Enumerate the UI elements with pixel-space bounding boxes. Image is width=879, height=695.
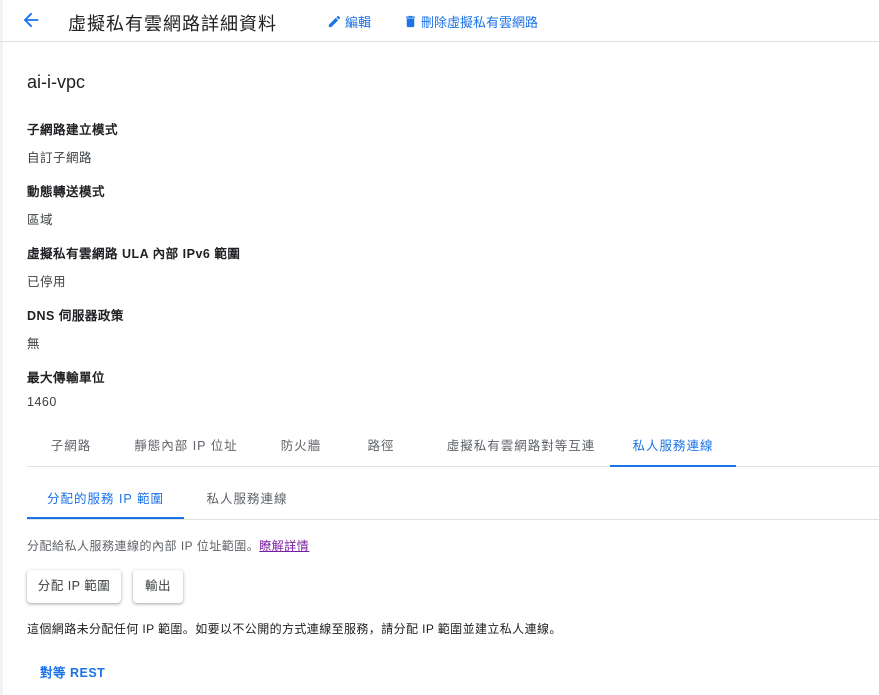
- export-button[interactable]: 輸出: [133, 570, 183, 603]
- sub-tabs: 分配的服務 IP 範圍 私人服務連線: [27, 481, 879, 520]
- delete-vpc-button[interactable]: 刪除虛擬私有雲網路: [403, 12, 538, 31]
- tab-static-internal-ip[interactable]: 靜態內部 IP 位址: [123, 428, 249, 465]
- edit-button[interactable]: 編輯: [327, 12, 371, 31]
- subtab-allocated-ip-ranges[interactable]: 分配的服務 IP 範圍: [27, 481, 184, 519]
- allocate-ip-range-button[interactable]: 分配 IP 範圍: [27, 570, 121, 603]
- field-label: 最大傳輸單位: [27, 371, 106, 385]
- left-edge-divider: [0, 0, 3, 695]
- peering-rest-link[interactable]: 對等 REST: [40, 662, 105, 681]
- description-text: 分配給私人服務連線的內部 IP 位址範圍。: [27, 539, 260, 553]
- page-header: 虛擬私有雲網路詳細資料 編輯 刪除虛擬私有雲網路: [0, 0, 879, 42]
- tab-firewall[interactable]: 防火牆: [265, 428, 337, 465]
- field-label: 動態轉送模式: [27, 185, 106, 199]
- page-title: 虛擬私有雲網路詳細資料: [68, 14, 277, 34]
- field-dns-policy: DNS 伺服器政策 無: [27, 305, 124, 352]
- field-ula-ipv6: 虛擬私有雲網路 ULA 內部 IPv6 範圍 已停用: [27, 243, 240, 290]
- trash-icon: [406, 15, 415, 28]
- field-subnet-mode: 子網路建立模式 自訂子網路: [27, 119, 118, 166]
- field-value: 自訂子網路: [27, 151, 93, 165]
- learn-more-link[interactable]: 瞭解詳情: [259, 539, 309, 553]
- main-tabs: 子網路 靜態內部 IP 位址 防火牆 路徑 虛擬私有雲網路對等互連 私人服務連線: [27, 428, 879, 467]
- field-value: 無: [27, 337, 41, 351]
- field-label: DNS 伺服器政策: [27, 309, 124, 323]
- edit-label: 編輯: [345, 15, 372, 30]
- pencil-icon: [328, 15, 341, 28]
- field-label: 子網路建立模式: [27, 123, 119, 137]
- delete-label: 刪除虛擬私有雲網路: [421, 15, 539, 30]
- field-value: 1460: [27, 395, 57, 409]
- field-mtu: 最大傳輸單位 1460: [27, 367, 105, 409]
- empty-state-notice: 這個網路未分配任何 IP 範圍。如要以不公開的方式連線至服務，請分配 IP 範圍…: [27, 622, 562, 636]
- panel-description: 分配給私人服務連線的內部 IP 位址範圍。瞭解詳情: [27, 537, 309, 554]
- tab-private-service-connection[interactable]: 私人服務連線: [610, 428, 736, 467]
- tab-subnets[interactable]: 子網路: [27, 428, 115, 465]
- field-label: 虛擬私有雲網路 ULA 內部 IPv6 範圍: [27, 247, 241, 261]
- tab-routes[interactable]: 路徑: [349, 428, 413, 465]
- field-value: 已停用: [27, 275, 67, 289]
- subtab-private-connections[interactable]: 私人服務連線: [192, 481, 302, 517]
- vpc-name: ai-i-vpc: [27, 72, 86, 92]
- field-value: 區域: [27, 213, 54, 227]
- field-routing-mode: 動態轉送模式 區域: [27, 181, 105, 228]
- tab-vpc-peering[interactable]: 虛擬私有雲網路對等互連: [427, 428, 615, 465]
- back-arrow-icon[interactable]: [20, 9, 42, 31]
